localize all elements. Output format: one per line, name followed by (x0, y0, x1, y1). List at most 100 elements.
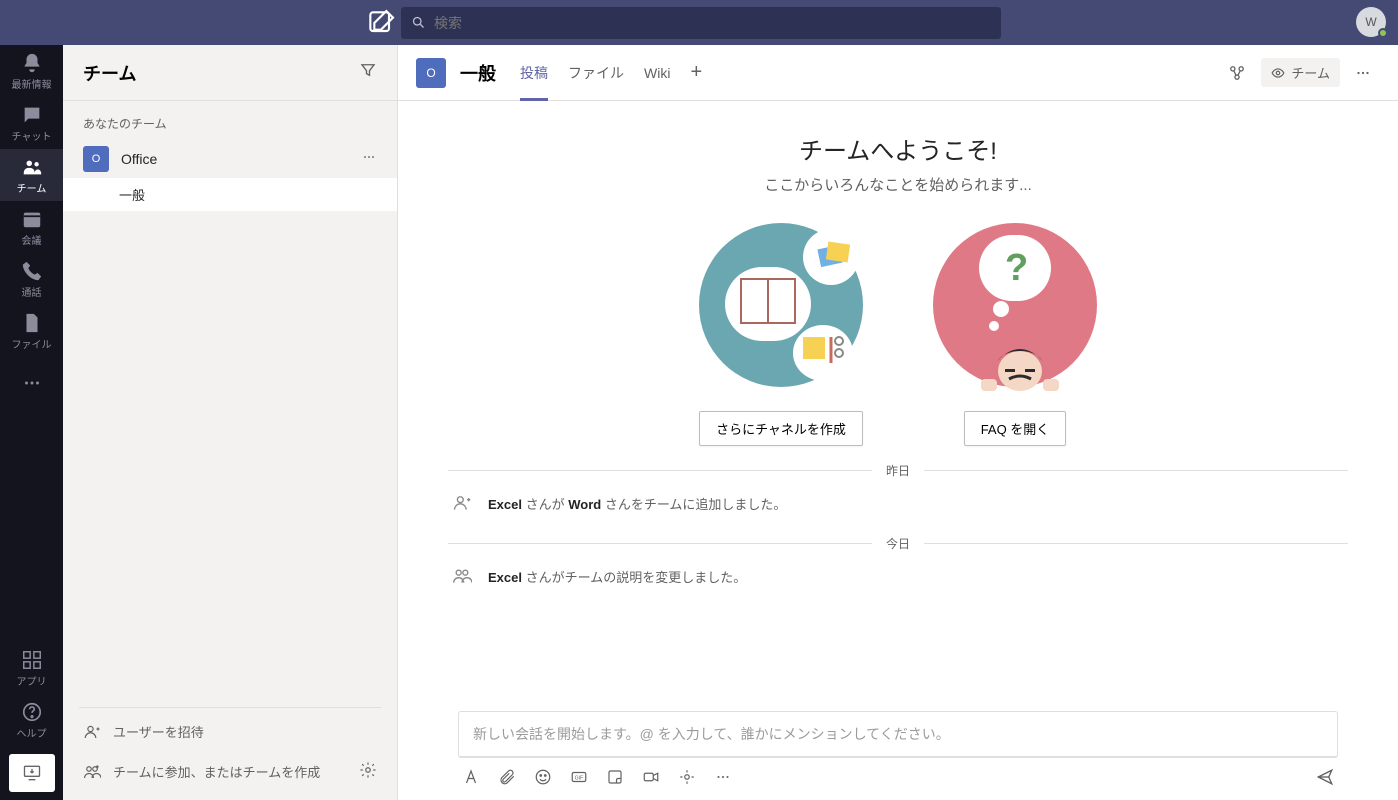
create-channel-card: さらにチャネルを作成 (699, 223, 863, 446)
compose-more-icon[interactable] (714, 768, 732, 786)
title-bar: W (0, 0, 1398, 45)
app-rail: 最新情報 チャット チーム 会議 通話 ファイル アプリ ヘルプ (0, 45, 63, 800)
compose-area: 新しい会話を開始します。@ を入力して、誰かにメンションしてください。 GIF (398, 711, 1398, 800)
date-divider-today: 今日 (448, 535, 1348, 552)
question-mark-icon: ? (1005, 247, 1028, 290)
compose-input[interactable]: 新しい会話を開始します。@ を入力して、誰かにメンションしてください。 (458, 711, 1338, 758)
download-icon (22, 763, 42, 783)
rail-help[interactable]: ヘルプ (0, 694, 63, 746)
rail-label: ファイル (12, 336, 52, 351)
stationery-icon (801, 333, 847, 375)
system-message: Excel さんが Word さんをチームに追加しました。 (448, 487, 1348, 519)
welcome-title: チームへようこそ! (448, 131, 1348, 166)
teams-panel: チーム あなたのチーム O Office 一般 ユーザーを招待 チームに参加、ま… (63, 45, 398, 800)
chat-icon (21, 104, 43, 126)
main-area: O 一般 投稿 ファイル Wiki + チーム チームへようこそ! ここからいろ… (398, 45, 1398, 800)
gif-icon[interactable]: GIF (570, 768, 588, 786)
invite-icon (83, 723, 101, 741)
search-box[interactable] (401, 7, 1001, 39)
org-icon[interactable] (1227, 63, 1247, 83)
attach-icon[interactable] (498, 768, 516, 786)
manage-teams-button[interactable] (359, 761, 377, 782)
tab-files[interactable]: ファイル (568, 45, 624, 101)
rail-more[interactable] (0, 357, 63, 409)
date-divider-yesterday: 昨日 (448, 462, 1348, 479)
faq-illustration: ? (933, 223, 1097, 387)
rail-label: 通話 (22, 284, 42, 299)
phone-icon (21, 260, 43, 282)
eye-icon (1271, 66, 1285, 80)
join-create-team-button[interactable]: チームに参加、またはチームを作成 (63, 751, 397, 792)
new-chat-button[interactable] (365, 7, 397, 39)
rail-apps[interactable]: アプリ (0, 642, 63, 694)
meet-now-icon[interactable] (642, 768, 660, 786)
tab-posts[interactable]: 投稿 (520, 45, 548, 101)
compose-toolbar: GIF (458, 758, 1338, 786)
team-name: Office (121, 151, 349, 167)
search-icon (411, 15, 426, 30)
ellipsis-icon (361, 149, 377, 165)
channel-tabs: 投稿 ファイル Wiki + (520, 45, 702, 101)
folders-icon (813, 237, 853, 273)
presence-indicator (1378, 28, 1388, 38)
calendar-icon (21, 208, 43, 230)
join-create-label: チームに参加、またはチームを作成 (113, 762, 320, 781)
bell-icon (21, 52, 43, 74)
teams-icon (21, 156, 43, 178)
emoji-icon[interactable] (534, 768, 552, 786)
join-team-icon (83, 763, 101, 781)
team-tile: O (83, 146, 109, 172)
rail-meetings[interactable]: 会議 (0, 201, 63, 253)
open-faq-button[interactable]: FAQ を開く (964, 411, 1067, 446)
sticker-icon[interactable] (606, 768, 624, 786)
rail-label: アプリ (17, 673, 47, 688)
create-channel-illustration (699, 223, 863, 387)
team-button-label: チーム (1291, 63, 1330, 82)
send-button[interactable] (1316, 768, 1334, 786)
panel-title: チーム (83, 60, 136, 86)
team-edit-icon (452, 566, 472, 586)
create-channel-button[interactable]: さらにチャネルを作成 (699, 411, 863, 446)
apps-icon (21, 649, 43, 671)
add-tab-button[interactable]: + (690, 61, 702, 84)
ellipsis-icon (21, 372, 43, 394)
filter-button[interactable] (359, 61, 377, 84)
invite-users-button[interactable]: ユーザーを招待 (63, 712, 397, 751)
rail-label: チャット (12, 128, 52, 143)
person-add-icon (452, 493, 472, 513)
tab-wiki[interactable]: Wiki (644, 47, 670, 99)
file-icon (21, 312, 43, 334)
stream-icon[interactable] (678, 768, 696, 786)
rail-activity[interactable]: 最新情報 (0, 45, 63, 97)
person-icon (975, 333, 1065, 393)
team-row[interactable]: O Office (63, 140, 397, 178)
notebook-icon (739, 277, 797, 327)
system-message: Excel さんがチームの説明を変更しました。 (448, 560, 1348, 592)
rail-teams[interactable]: チーム (0, 149, 63, 201)
rail-calls[interactable]: 通話 (0, 253, 63, 305)
your-teams-label: あなたのチーム (63, 101, 397, 140)
channel-row-general[interactable]: 一般 (63, 178, 397, 211)
rail-label: ヘルプ (17, 725, 47, 740)
invite-label: ユーザーを招待 (113, 722, 204, 741)
team-view-button[interactable]: チーム (1261, 58, 1340, 87)
gear-icon (359, 761, 377, 779)
rail-label: チーム (17, 180, 47, 195)
rail-label: 最新情報 (12, 76, 52, 91)
channel-header: O 一般 投稿 ファイル Wiki + チーム (398, 45, 1398, 101)
filter-icon (359, 61, 377, 79)
welcome-subtitle: ここからいろんなことを始められます... (448, 174, 1348, 195)
channel-tile: O (416, 58, 446, 88)
panel-header: チーム (63, 45, 397, 101)
format-icon[interactable] (462, 768, 480, 786)
team-more-button[interactable] (361, 149, 377, 170)
rail-files[interactable]: ファイル (0, 305, 63, 357)
rail-chat[interactable]: チャット (0, 97, 63, 149)
channel-more-button[interactable] (1354, 64, 1372, 82)
rail-label: 会議 (22, 232, 42, 247)
help-icon (21, 701, 43, 723)
posts-content: チームへようこそ! ここからいろんなことを始められます... さらにチャネルを作… (398, 101, 1398, 711)
search-input[interactable] (434, 15, 991, 31)
svg-text:GIF: GIF (575, 775, 584, 781)
download-desktop-button[interactable] (9, 754, 55, 792)
